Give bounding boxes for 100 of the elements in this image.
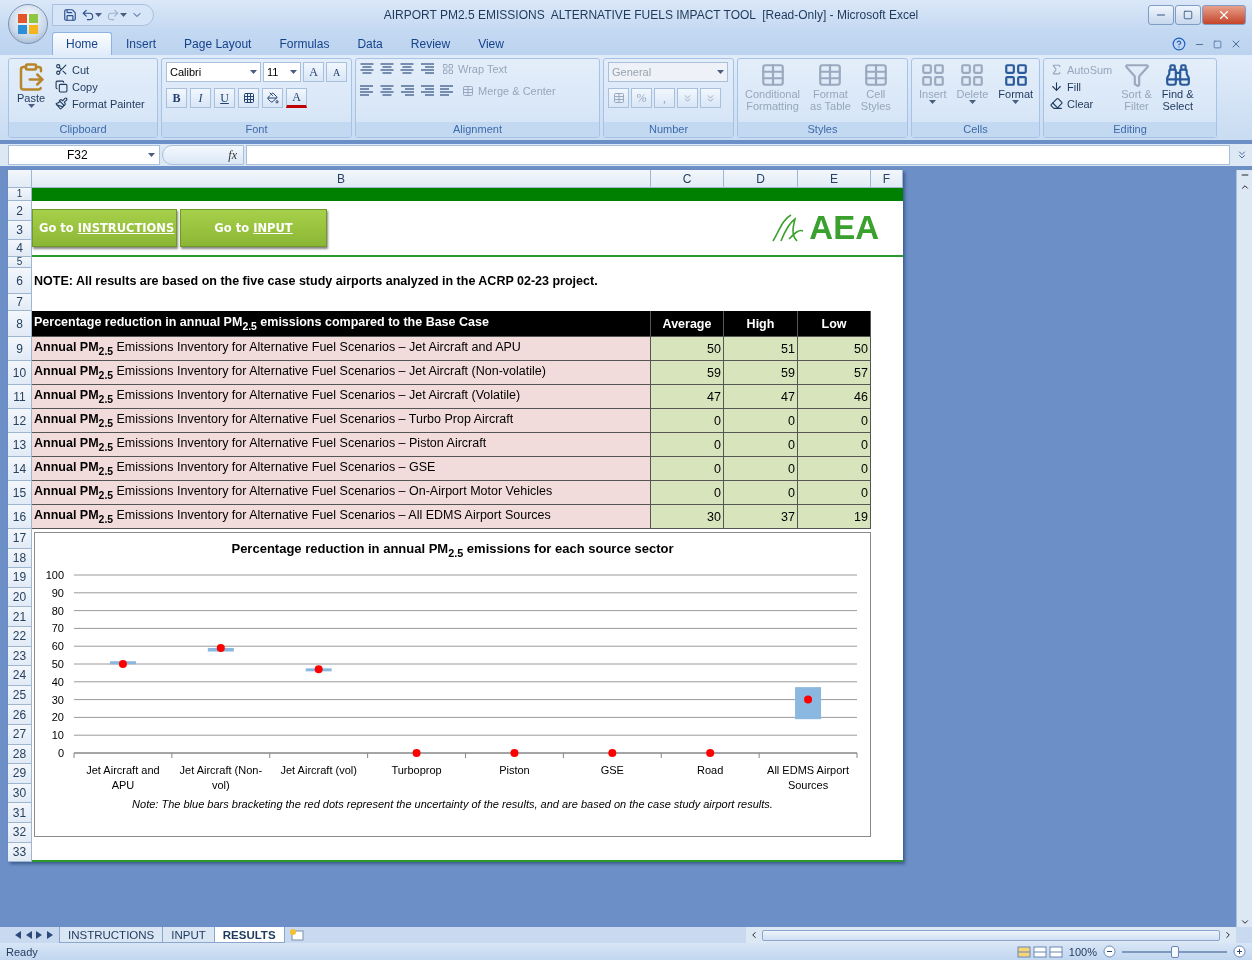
row-header[interactable]: 12	[8, 409, 32, 433]
borders-button[interactable]	[238, 88, 259, 108]
save-button[interactable]	[63, 8, 77, 22]
column-header[interactable]: D	[724, 170, 798, 188]
clipboard-action[interactable]: Format Painter	[53, 96, 147, 111]
row-header[interactable]: 2	[8, 201, 32, 221]
insert-function-button[interactable]: fx	[162, 145, 244, 165]
editing-button[interactable]: Fill	[1048, 79, 1115, 94]
row-header[interactable]: 13	[8, 433, 32, 457]
decrease-indent-icon[interactable]	[420, 85, 434, 97]
row-header[interactable]: 10	[8, 361, 32, 385]
editing-button[interactable]: Clear	[1048, 96, 1115, 111]
ribbon-tab[interactable]: Review	[396, 32, 465, 55]
redo-button[interactable]	[106, 8, 127, 22]
decrease-decimal-button[interactable]	[700, 88, 721, 108]
row-header[interactable]: 5	[8, 257, 32, 268]
row-header[interactable]: 17	[8, 529, 32, 549]
close-button[interactable]	[1202, 5, 1246, 25]
insert-sheet-icon[interactable]	[288, 928, 305, 942]
currency-button[interactable]	[608, 88, 629, 108]
view-mode-icon[interactable]	[1032, 945, 1047, 958]
row-header[interactable]: 4	[8, 240, 32, 257]
grow-font-button[interactable]: A	[303, 62, 324, 82]
align-middle-icon[interactable]	[380, 63, 394, 75]
row-header[interactable]: 21	[8, 607, 32, 627]
font-style-button[interactable]: I	[190, 88, 211, 108]
cells-button[interactable]: Format	[995, 62, 1037, 104]
name-box[interactable]: F32	[8, 145, 160, 165]
row-header[interactable]: 32	[8, 822, 32, 843]
horizontal-scrollbar[interactable]	[746, 927, 1236, 943]
row-header[interactable]: 6	[8, 268, 32, 294]
paste-button[interactable]: Paste	[13, 62, 49, 108]
orientation-icon[interactable]	[420, 63, 434, 75]
align-right-icon[interactable]	[400, 85, 414, 97]
slider-thumb[interactable]	[1170, 945, 1179, 958]
font-size-field[interactable]: 11	[263, 62, 301, 82]
ribbon-tab[interactable]: Insert	[112, 32, 171, 55]
formula-field[interactable]	[246, 145, 1230, 165]
editing-button[interactable]: Find & Select	[1158, 62, 1197, 112]
row-header[interactable]: 28	[8, 744, 32, 765]
zoom-out-icon[interactable]	[1103, 945, 1116, 958]
row-header[interactable]: 29	[8, 764, 32, 784]
increase-indent-icon[interactable]	[440, 85, 454, 97]
select-all-corner[interactable]	[8, 170, 32, 188]
row-header[interactable]: 25	[8, 685, 32, 706]
sheet-tab[interactable]: INSTRUCTIONS	[59, 927, 164, 943]
font-style-button[interactable]: U	[214, 88, 235, 108]
column-header[interactable]: F	[871, 170, 903, 188]
align-bottom-icon[interactable]	[400, 63, 414, 75]
align-center-icon[interactable]	[380, 85, 394, 97]
row-header[interactable]: 33	[8, 842, 32, 863]
table-cell: 0	[724, 409, 798, 433]
row-header[interactable]: 1	[8, 188, 32, 201]
restore-button[interactable]	[1175, 5, 1201, 25]
ribbon-tab[interactable]: Formulas	[265, 32, 344, 55]
font-color-button[interactable]: A	[286, 88, 307, 108]
row-header[interactable]: 22	[8, 626, 32, 647]
sheet-tab[interactable]: INPUT	[162, 927, 215, 943]
font-style-button[interactable]: B	[166, 88, 187, 108]
undo-button[interactable]	[81, 8, 102, 22]
column-header[interactable]: E	[798, 170, 871, 188]
align-left-icon[interactable]	[360, 85, 374, 97]
vertical-scrollbar[interactable]	[1236, 170, 1252, 927]
grid-icon	[242, 92, 255, 104]
row-header[interactable]: 9	[8, 337, 32, 361]
view-mode-icon[interactable]	[1016, 945, 1031, 958]
row-header[interactable]: 27	[8, 724, 32, 745]
row-header[interactable]: 7	[8, 294, 32, 311]
sheet-tab[interactable]: RESULTS	[213, 927, 285, 943]
column-header[interactable]: C	[651, 170, 724, 188]
increase-decimal-button[interactable]	[677, 88, 698, 108]
row-header[interactable]: 14	[8, 457, 32, 481]
clipboard-action[interactable]: Cut	[53, 62, 147, 77]
align-top-icon[interactable]	[360, 63, 374, 75]
zoom-in-icon[interactable]	[1233, 945, 1246, 958]
minimize-button[interactable]	[1148, 5, 1174, 25]
row-header[interactable]: 24	[8, 666, 32, 686]
row-header[interactable]: 15	[8, 481, 32, 505]
shrink-font-button[interactable]: A	[326, 62, 347, 82]
ribbon-tab[interactable]: Home	[52, 32, 112, 55]
row-header[interactable]: 16	[8, 505, 32, 529]
table-cell: Annual PM$_{2.5}$ Emissions Inventory for Alternative Fuel Scenarios – All EDMS Airport Sources	[32, 505, 651, 529]
row-header[interactable]: 8	[8, 311, 32, 337]
clipboard-action[interactable]: Copy	[53, 79, 147, 94]
fill-color-button[interactable]	[262, 88, 283, 108]
row-header[interactable]: 19	[8, 568, 32, 588]
ribbon-tab[interactable]: Page Layout	[170, 32, 266, 55]
row-header[interactable]: 30	[8, 783, 32, 804]
row-header[interactable]: 11	[8, 385, 32, 409]
view-mode-icon[interactable]	[1048, 945, 1063, 958]
row-header[interactable]: 26	[8, 705, 32, 725]
row-header[interactable]: 3	[8, 221, 32, 240]
font-name-field[interactable]: Calibri	[166, 62, 261, 82]
ribbon-tab[interactable]: View	[464, 32, 518, 55]
row-header[interactable]: 20	[8, 587, 32, 608]
row-header[interactable]: 18	[8, 548, 32, 569]
ribbon-tab[interactable]: Data	[343, 32, 397, 55]
row-header[interactable]: 23	[8, 646, 32, 667]
row-header[interactable]: 31	[8, 803, 32, 823]
column-header[interactable]: B	[32, 170, 651, 188]
